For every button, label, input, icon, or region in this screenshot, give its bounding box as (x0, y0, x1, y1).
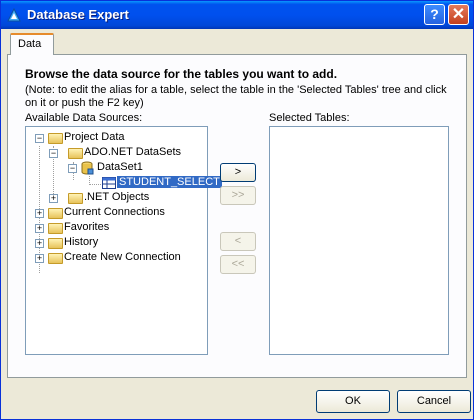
tree-node-label: .NET Objects (84, 191, 150, 203)
tree-node-dataset1[interactable]: − DataSet1 (64, 161, 204, 176)
tree-node-label: Create New Connection (64, 251, 181, 263)
folder-icon (68, 148, 83, 159)
close-button[interactable]: ✕ (448, 4, 469, 25)
folder-icon (48, 208, 63, 219)
dataset-icon (81, 161, 94, 175)
tree-node-project-data[interactable]: − Project Data (32, 131, 202, 146)
tree-node-current-connections[interactable]: + Current Connections (32, 206, 202, 221)
expand-icon[interactable]: + (35, 209, 44, 218)
selected-tables-tree[interactable] (269, 126, 449, 355)
selected-tables-label: Selected Tables: (269, 112, 350, 124)
panel-heading: Browse the data source for the tables yo… (25, 67, 338, 81)
folder-icon (68, 193, 83, 204)
crystal-reports-icon (7, 7, 21, 22)
tree-node-label: DataSet1 (97, 161, 143, 173)
tree-node-label: History (64, 236, 99, 248)
collapse-icon[interactable]: − (49, 149, 58, 158)
window-title: Database Expert (27, 7, 129, 22)
ok-button[interactable]: OK (316, 390, 390, 413)
expand-icon[interactable]: + (35, 224, 44, 233)
tree-node-student-select[interactable]: STUDENT_SELECT (100, 176, 222, 191)
expand-icon[interactable]: + (49, 194, 58, 203)
table-icon (102, 177, 116, 189)
available-sources-tree[interactable]: − Project Data − ADO.NET DataSets − Data… (25, 126, 222, 355)
tab-data-label: Data (18, 38, 42, 50)
folder-icon (48, 253, 63, 264)
expand-icon[interactable]: + (35, 254, 44, 263)
available-sources-label: Available Data Sources: (25, 112, 143, 124)
tree-node-label: Current Connections (64, 206, 165, 218)
add-table-button[interactable]: > (220, 163, 256, 182)
panel-note: (Note: to edit the alias for a table, se… (25, 84, 447, 109)
cancel-button[interactable]: Cancel (397, 390, 471, 413)
tree-node-label: ADO.NET DataSets (84, 146, 181, 158)
remove-all-tables-button[interactable]: << (220, 255, 256, 274)
tree-node-history[interactable]: + History (32, 236, 202, 251)
tree-node-favorites[interactable]: + Favorites (32, 221, 202, 236)
expand-icon[interactable]: + (35, 239, 44, 248)
collapse-icon[interactable]: − (35, 134, 44, 143)
tree-node-create-new-connection[interactable]: + Create New Connection (32, 251, 202, 266)
tab-data[interactable]: Data (10, 33, 54, 55)
tree-node-label: STUDENT_SELECT (117, 176, 222, 188)
folder-icon (48, 133, 63, 144)
tree-node-label: Project Data (64, 131, 125, 143)
title-bar[interactable]: Database Expert ? ✕ (1, 1, 473, 29)
tree-node-ado-datasets[interactable]: − ADO.NET DataSets (46, 146, 206, 161)
tree-node-net-objects[interactable]: + .NET Objects (46, 191, 196, 206)
tree-node-label: Favorites (64, 221, 110, 233)
collapse-icon[interactable]: − (68, 164, 77, 173)
help-button[interactable]: ? (424, 4, 445, 25)
remove-table-button[interactable]: < (220, 232, 256, 251)
folder-icon (48, 223, 63, 234)
database-expert-dialog: Database Expert ? ✕ Data Browse the data… (0, 0, 474, 420)
folder-icon (48, 238, 63, 249)
add-all-tables-button[interactable]: >> (220, 186, 256, 205)
